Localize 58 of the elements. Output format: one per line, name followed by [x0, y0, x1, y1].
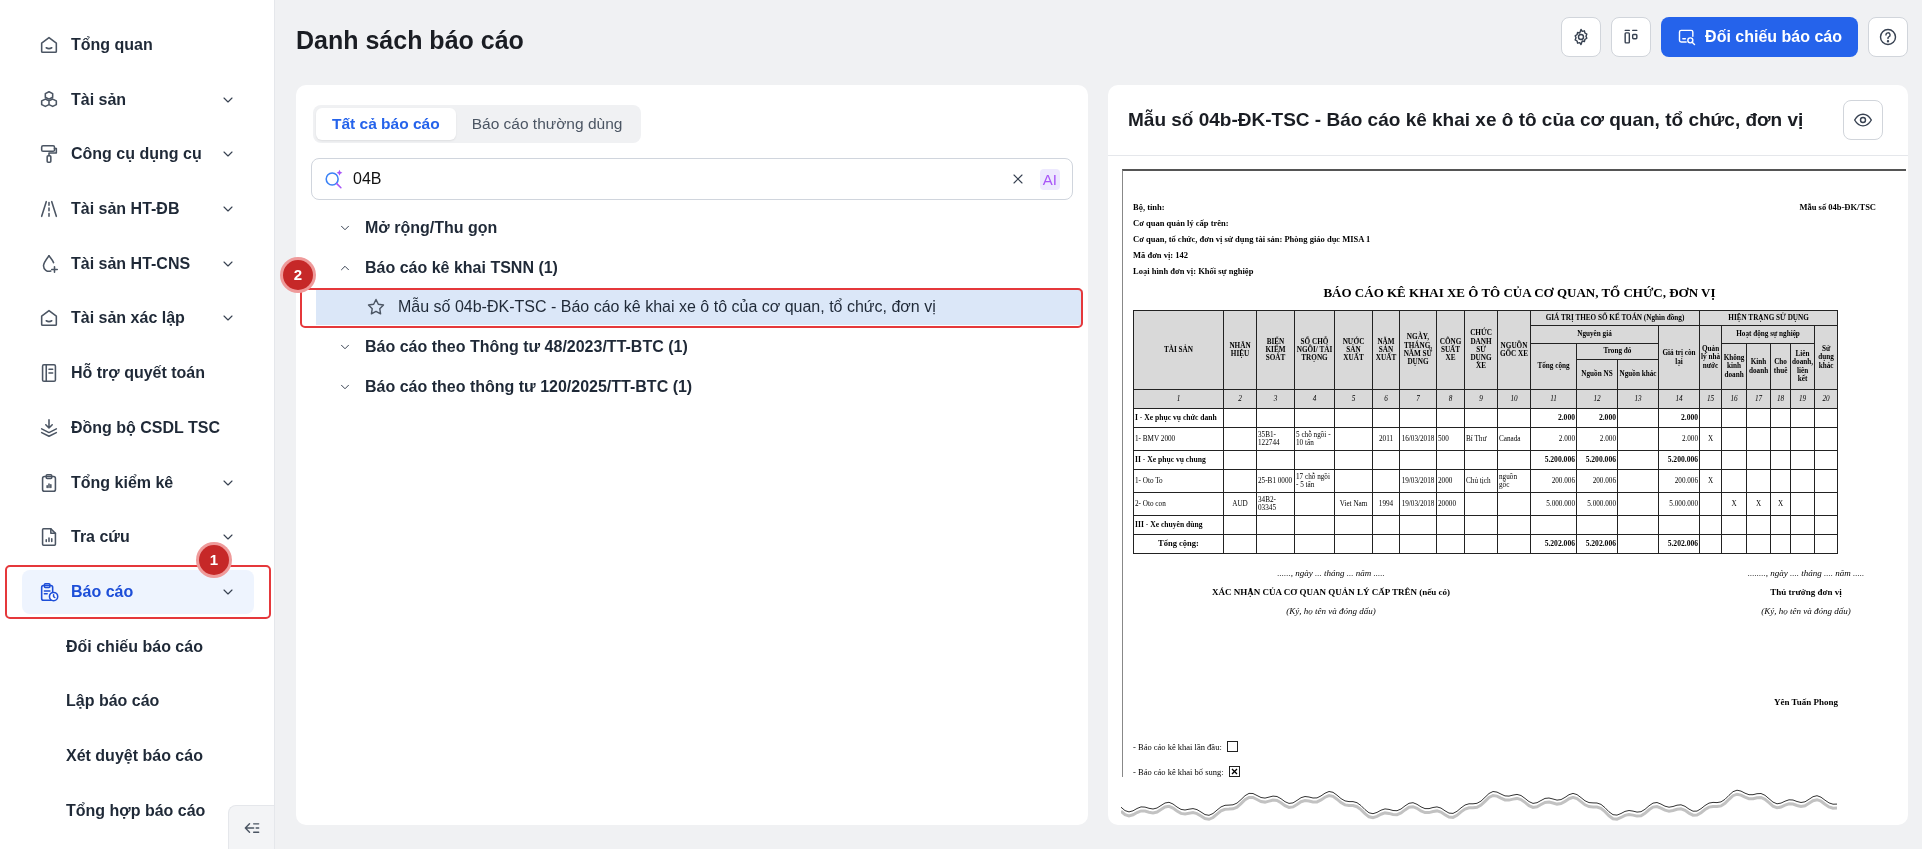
collapse-sidebar-button[interactable] [228, 805, 274, 849]
preview-title: Mẫu số 04b-ĐK-TSC - Báo cáo kê khai xe ô tô của cơ quan, tổ chức, đơn vị [1128, 109, 1805, 131]
tab[interactable]: Báo cáo thường dùng [455, 108, 639, 140]
document-header-line: Bộ, tỉnh: [1133, 201, 1166, 214]
sidebar-item[interactable]: Đồng bộ CSDL TSC [22, 405, 254, 450]
sidebar-item[interactable]: Tài sản HT-CNS [22, 241, 254, 286]
search-input[interactable]: 04B [353, 170, 1002, 188]
document-search-icon [1677, 27, 1698, 47]
tree-group[interactable]: Báo cáo theo thông tư 120/2025/TT-BTC (1) [311, 367, 1073, 407]
house-icon [38, 34, 60, 56]
signer-name: Yên Tuấn Phong [1773, 697, 1838, 707]
ai-search-icon [323, 168, 345, 190]
tree-group[interactable]: Báo cáo theo Thông tư 48/2023/TT-BTC (1) [311, 327, 1073, 367]
help-icon [1878, 27, 1898, 47]
date-line: ......, ngày ... tháng ... năm ..... [1277, 568, 1385, 578]
form-code: Mẫu số 04b-ĐK/TSC [1799, 201, 1876, 214]
layers-icon [38, 416, 60, 439]
sidebar-item[interactable]: Công cụ dụng cụ [22, 132, 254, 177]
signature-title: Thủ trưởng đơn vị [1770, 587, 1842, 597]
document-header-line: Loại hình đơn vị: Khối sự nghiệp [1133, 265, 1255, 278]
page-title: Danh sách báo cáo [296, 25, 525, 56]
sidebar-item[interactable]: Tài sản xác lập [22, 296, 254, 341]
table-cell: Tổng cộng: [1133, 534, 1224, 554]
signature-note: (Ký, họ tên và đóng dấu) [1761, 606, 1851, 616]
star-icon[interactable] [366, 297, 386, 317]
sidebar-subitem[interactable]: Xét duyệt báo cáo [22, 733, 224, 778]
layout-button[interactable] [1611, 17, 1652, 57]
sidebar-item[interactable]: Báo cáo [22, 569, 254, 614]
signature-title: XÁC NHẬN CỦA CƠ QUAN QUẢN LÝ CẤP TRÊN (nếu có) [1212, 587, 1450, 597]
document-header-line: Mã đơn vị: 142 [1133, 249, 1189, 262]
declaration-label: - Báo cáo kê khai lần đầu: [1133, 741, 1222, 752]
paint-roller-icon [38, 143, 60, 166]
document-title: BÁO CÁO KÊ KHAI XE Ô TÔ CỦA CƠ QUAN, TỔ CHỨC, ĐƠN VỊ [1322, 285, 1717, 301]
settings-button[interactable] [1561, 17, 1602, 57]
clipboard-clock-icon [38, 580, 60, 603]
compare-reports-button[interactable]: Đối chiếu báo cáo [1661, 17, 1858, 57]
document-header-line: Cơ quan, tổ chức, đơn vị sử dụng tài sản: Phòng giáo dục MISA 1 [1133, 233, 1371, 246]
callout-badge: 2 [283, 259, 313, 290]
sidebar-subitem[interactable]: Lập báo cáo [22, 679, 224, 724]
tab[interactable]: Tất cả báo cáo [316, 108, 456, 140]
sidebar-item[interactable]: Tài sản [22, 77, 254, 122]
search-field[interactable]: 04B AI [311, 158, 1073, 200]
sidebar-item[interactable]: Hỗ trợ quyết toán [22, 351, 254, 396]
sidebar-subitem[interactable]: Đối chiếu báo cáo [22, 624, 224, 669]
sidebar-item[interactable]: Tài sản HT-ĐB [22, 187, 254, 232]
callout-badge: 1 [199, 544, 229, 575]
date-line: ........, ngày .... tháng .... năm ..... [1747, 568, 1865, 578]
document-header-line: Cơ quan quản lý cấp trên: [1133, 217, 1230, 230]
declaration-label: - Báo cáo kê khai bổ sung: [1133, 766, 1224, 777]
tree-group[interactable]: Mở rộng/Thu gọn [311, 208, 1073, 248]
tree-item[interactable]: Mẫu số 04b-ĐK-TSC - Báo cáo kê khai xe ô tô của cơ quan, tổ chức, đơn vị [316, 289, 1083, 325]
sidebar-item[interactable]: Tổng quan [22, 23, 254, 67]
sidebar-item[interactable]: Tổng kiểm kê [22, 460, 254, 505]
help-button[interactable] [1868, 17, 1908, 57]
preview-button[interactable] [1843, 100, 1883, 140]
sidebar-subitem[interactable]: Tổng hợp báo cáo [22, 788, 224, 833]
tree-group[interactable]: Báo cáo kê khai TSNN (1) [311, 248, 1073, 288]
signature-note: (Ký, họ tên và đóng dấu) [1286, 606, 1376, 616]
